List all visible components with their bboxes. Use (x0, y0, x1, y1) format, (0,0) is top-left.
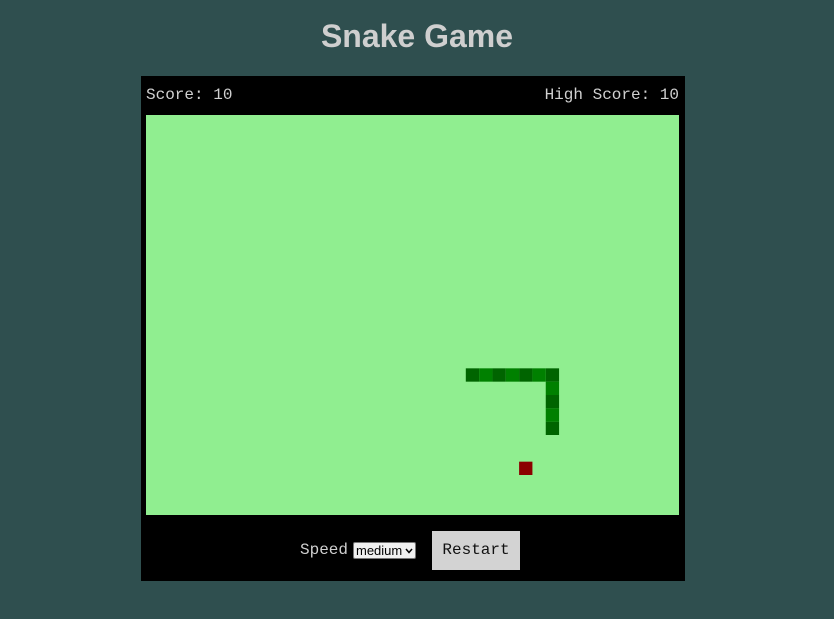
game-board[interactable] (146, 115, 679, 515)
speed-select[interactable]: medium (353, 542, 416, 559)
snake-segment (519, 368, 533, 382)
snake-segment (505, 368, 520, 382)
snake-segment (545, 408, 560, 422)
board-canvas (465, 368, 560, 475)
snake-segment (465, 368, 480, 382)
score-display: Score: 10 (146, 86, 233, 104)
snake-head (545, 421, 560, 435)
restart-button[interactable]: Restart (432, 531, 520, 570)
snake-segment (545, 368, 560, 382)
snake-segment (545, 381, 560, 395)
high-score-display: High Score: 10 (544, 86, 679, 104)
controls-bar: Speed medium Restart (141, 515, 685, 581)
speed-label: Speed (300, 541, 349, 559)
snake-segment (545, 395, 560, 409)
scoreboard: Score: 10 High Score: 10 (141, 76, 685, 115)
page-title: Snake Game (320, 18, 514, 54)
chevron-down-icon (405, 548, 413, 554)
game-container: Score: 10 High Score: 10 Speed medium Re… (141, 76, 685, 581)
food-item (519, 461, 533, 475)
speed-selected-value: medium (356, 543, 403, 558)
snake-segment (532, 368, 546, 382)
snake-segment (479, 368, 493, 382)
snake-segment (492, 368, 506, 382)
